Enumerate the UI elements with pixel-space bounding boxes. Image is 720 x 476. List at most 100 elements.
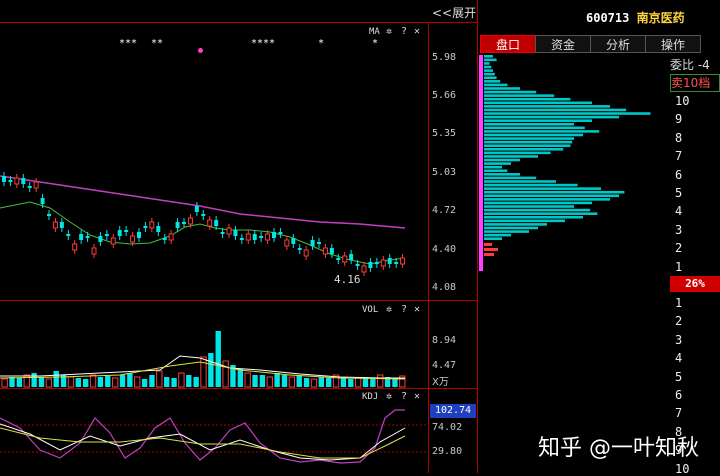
volume-bar: [208, 353, 214, 387]
volume-bar: [16, 378, 23, 387]
candle-body: [207, 219, 213, 227]
kdj-tick: 29.80: [432, 446, 463, 457]
sell-level-label: 6: [675, 167, 683, 182]
volume-bar: [45, 378, 53, 388]
volume-bar: [326, 378, 332, 387]
expand-button[interactable]: <<展开: [432, 4, 476, 21]
buy-level-label: 6: [675, 388, 683, 402]
depth-bar: [484, 87, 520, 90]
tab-zijin[interactable]: 资金: [535, 35, 591, 53]
volume-bar: [105, 376, 111, 387]
depth-bar: [484, 194, 619, 198]
candle-body: [72, 243, 78, 251]
candle-body: [374, 262, 379, 264]
candle-body: [52, 221, 58, 229]
candle-body: [149, 221, 155, 229]
candle-body: [400, 257, 406, 265]
depth-bar: [484, 97, 571, 101]
candle-body: [104, 234, 109, 236]
volume-tick: 8.94: [432, 335, 457, 346]
candle-body: [368, 262, 373, 268]
candle-body: [394, 262, 399, 264]
depth-bar: [484, 176, 537, 180]
buy-level-label: 1: [675, 296, 683, 310]
depth-bar: [484, 69, 493, 72]
depth-bar: [484, 212, 598, 215]
order-depth-chart[interactable]: [478, 53, 670, 293]
sell-level-label: 9: [675, 112, 683, 127]
candle-body: [110, 237, 116, 245]
kdj-chart[interactable]: [0, 388, 428, 473]
percent-badge: 26%: [670, 276, 720, 292]
tab-fenxi[interactable]: 分析: [590, 35, 646, 53]
depth-bar: [484, 169, 508, 173]
volume-chart[interactable]: [0, 300, 428, 388]
depth-cursor-bar-buy: [479, 241, 483, 271]
depth-bar: [484, 108, 627, 112]
depth-bar: [484, 119, 592, 122]
ma-long-line: [0, 175, 406, 229]
depth-bar: [484, 115, 619, 119]
depth-bar-buy: [484, 243, 492, 246]
candle-body: [226, 227, 232, 235]
volume-bar: [141, 379, 148, 387]
sell-levels-header[interactable]: 卖10档: [670, 74, 720, 92]
volume-bar: [281, 375, 288, 387]
candle-body: [233, 230, 238, 236]
price-axis-divider: [428, 22, 429, 473]
price-tick: 5.98: [432, 52, 457, 63]
depth-bar: [484, 148, 564, 151]
kdj-d-line: [0, 427, 406, 459]
depth-bar: [484, 133, 583, 137]
depth-bar: [484, 76, 497, 80]
volume-bar: [288, 376, 296, 388]
kdj-value-badge: 102.74: [430, 404, 476, 418]
candle-body: [175, 222, 180, 228]
depth-bar: [484, 162, 511, 165]
tab-pankou[interactable]: 盘口: [480, 35, 536, 53]
tab-caozuo[interactable]: 操作: [645, 35, 701, 53]
candle-body: [214, 220, 219, 226]
volume-bar: [237, 369, 243, 387]
sell-level-label: 1: [675, 259, 683, 274]
buy-level-label: 3: [675, 332, 683, 347]
volume-bar: [222, 360, 229, 388]
candle-body: [380, 259, 386, 267]
kdj-k-line: [0, 423, 406, 461]
candle-body: [297, 248, 302, 250]
depth-bar: [484, 80, 501, 83]
kdj-j-line: [0, 409, 405, 464]
bid-ask-ratio: 委比 -4: [670, 58, 710, 72]
candle-body: [259, 236, 264, 238]
depth-bar: [484, 65, 492, 69]
candle-body: [278, 232, 283, 234]
volume-bar: [348, 379, 354, 387]
depth-bar: [484, 173, 520, 176]
price-tick: 4.72: [432, 205, 457, 216]
candle-body: [182, 222, 186, 224]
candle-body: [239, 238, 244, 240]
chart-area[interactable]: <<展开 MA ✲ ? ✕ *** ** **** * * 5.98 5.66 …: [0, 0, 478, 473]
depth-bar: [484, 233, 511, 237]
candlestick-chart[interactable]: [0, 22, 428, 300]
buy-level-label: 8: [675, 424, 683, 439]
depth-bar: [484, 151, 551, 155]
depth-bar: [484, 112, 651, 115]
candle-body: [220, 232, 225, 234]
buy-level-label: 7: [675, 406, 683, 421]
candle-body: [349, 254, 354, 260]
depth-bar: [484, 219, 565, 223]
depth-bar: [484, 190, 625, 194]
candle-body: [194, 206, 199, 212]
volume-bar: [75, 378, 81, 387]
volume-bar: [354, 377, 362, 388]
sell-level-label: 10: [675, 94, 690, 108]
candle-body: [355, 264, 360, 266]
candle-body: [47, 214, 51, 216]
depth-bar: [484, 140, 573, 144]
volume-bar: [164, 377, 170, 387]
depth-bar: [484, 83, 508, 87]
candle-body: [8, 180, 13, 182]
buy-level-label: 9: [675, 443, 683, 458]
candle-body: [272, 232, 276, 238]
